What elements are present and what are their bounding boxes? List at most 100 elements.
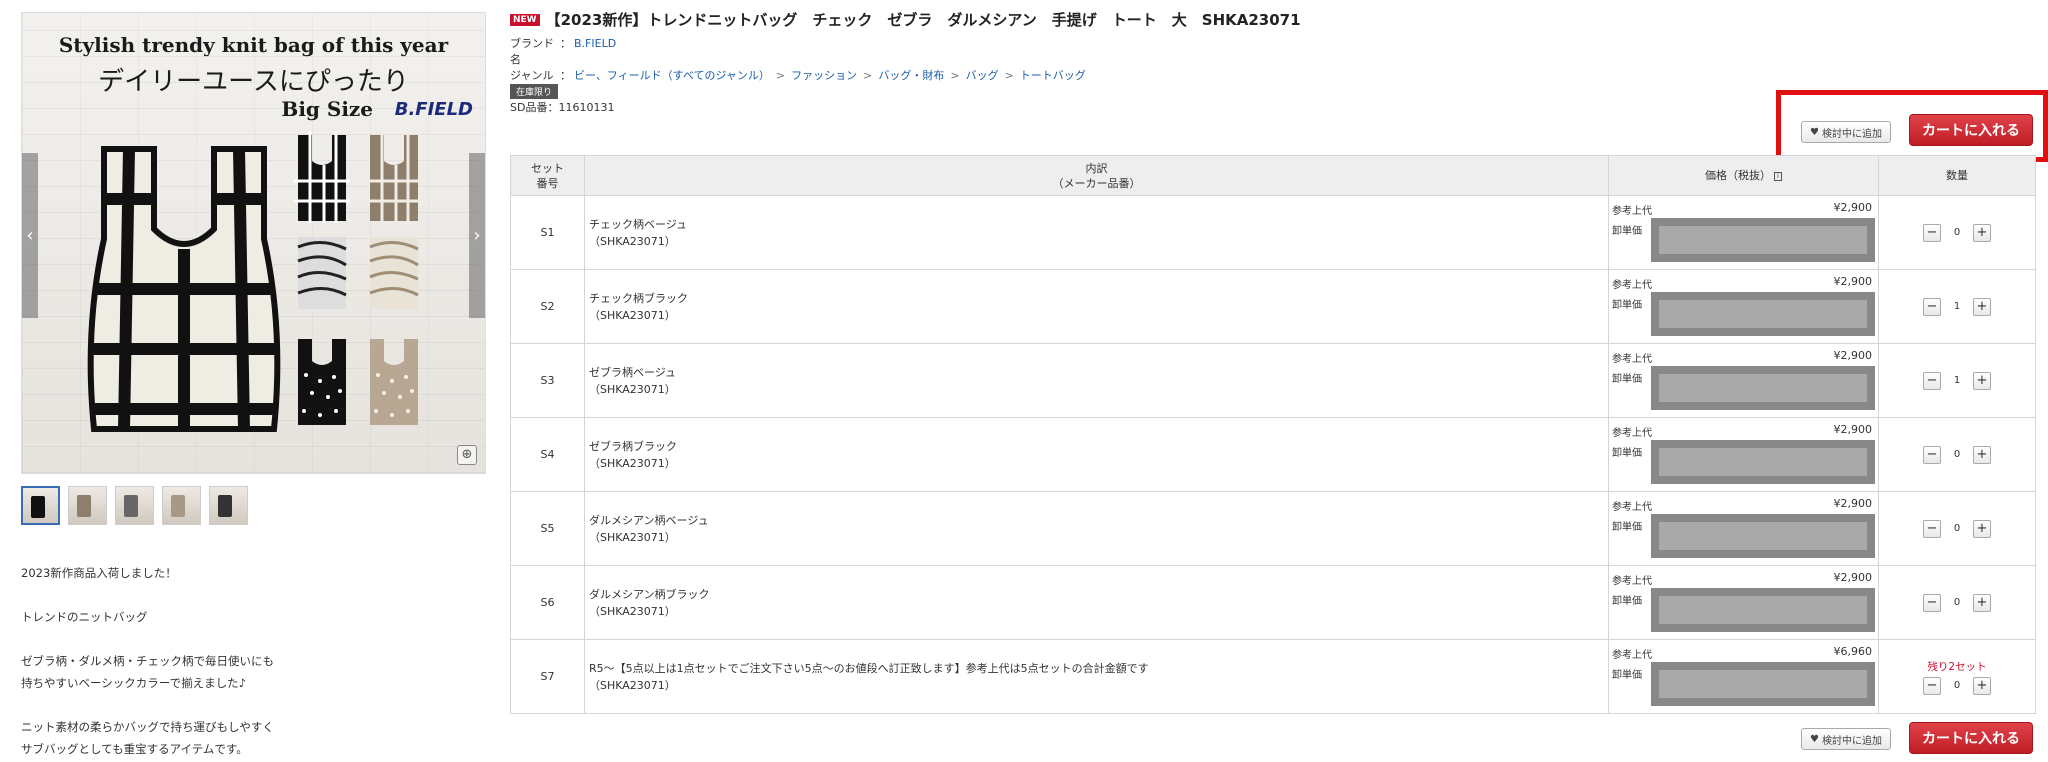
col-breakdown: 内訳 （メーカー品番） — [584, 155, 1609, 196]
maker-code: （SHKA23071） — [589, 234, 676, 248]
increment-button[interactable]: + — [1973, 371, 1991, 390]
increment-button[interactable]: + — [1973, 223, 1991, 242]
wholesale-price-hidden — [1651, 662, 1875, 706]
price-cell: 参考上代 ¥2,900 卸単価 — [1608, 491, 1879, 566]
decrement-button[interactable]: − — [1923, 371, 1941, 390]
quantity-value[interactable]: 0 — [1944, 520, 1970, 538]
maker-code: （SHKA23071） — [589, 678, 676, 692]
table-row: S5 ダルメシアン柄ベージュ （SHKA23071） 参考上代 ¥2,900 卸… — [510, 491, 2036, 566]
quantity-value[interactable]: 1 — [1944, 298, 1970, 316]
mini-bag-zebra-beige — [369, 237, 419, 309]
add-to-cart-label: カートに入れる — [1922, 731, 2020, 747]
increment-button[interactable]: + — [1973, 593, 1991, 612]
quantity-stepper: − 1 + — [1923, 371, 1991, 390]
thumbnail-4[interactable] — [162, 486, 201, 525]
decrement-button[interactable]: − — [1923, 593, 1941, 612]
table-row: S1 チェック柄ベージュ （SHKA23071） 参考上代 ¥2,900 卸単価… — [510, 195, 2036, 270]
product-main-image[interactable]: Stylish trendy knit bag of this year デイリ… — [21, 12, 486, 474]
price-cell: 参考上代 ¥2,900 卸単価 — [1608, 269, 1879, 344]
mini-bag-zebra-black — [297, 237, 347, 309]
wholesale-price-label: 卸単価 — [1612, 374, 1642, 385]
description-line: ニット素材の柔らかバッグで持ち運びもしやすく — [21, 720, 274, 734]
wholesale-price-label: 卸単価 — [1612, 226, 1642, 237]
wholesale-price-hidden — [1651, 588, 1875, 632]
wholesale-price-label: 卸単価 — [1612, 522, 1642, 533]
crumb-tote-bags[interactable]: トートバッグ — [1020, 69, 1086, 82]
col-set-number: セット 番号 — [510, 155, 585, 196]
increment-button[interactable]: + — [1973, 519, 1991, 538]
thumbnail-2[interactable] — [68, 486, 107, 525]
maker-code: （SHKA23071） — [589, 604, 676, 618]
crumb-bags[interactable]: バッグ — [966, 69, 999, 82]
thumbnail-1[interactable] — [21, 486, 60, 525]
wholesale-price-label: 卸単価 — [1612, 596, 1642, 607]
brand-link[interactable]: B.FIELD — [574, 36, 616, 68]
quantity-cell: − 0 + — [1878, 417, 2036, 492]
mini-bag-dalmatian-beige — [370, 339, 418, 425]
decrement-button[interactable]: − — [1923, 676, 1941, 695]
quantity-value[interactable]: 0 — [1944, 677, 1970, 695]
quantity-value[interactable]: 0 — [1944, 594, 1970, 612]
decrement-button[interactable]: − — [1923, 297, 1941, 316]
item-name: ゼブラ柄ベージュ — [589, 365, 677, 379]
wholesale-price-label: 卸単価 — [1612, 448, 1642, 459]
ref-price-label: 参考上代 — [1612, 280, 1652, 291]
quantity-cell: − 1 + — [1878, 269, 2036, 344]
item-name: チェック柄ベージュ — [589, 217, 688, 231]
add-to-cart-button-bottom[interactable]: カートに入れる — [1909, 722, 2033, 754]
gallery-prev-button[interactable]: ‹ — [22, 153, 38, 318]
maker-code: （SHKA23071） — [589, 382, 676, 396]
crumb-bags-wallets[interactable]: バッグ・財布 — [878, 69, 944, 82]
ref-price-value: ¥2,900 — [1833, 349, 1873, 362]
decrement-button[interactable]: − — [1923, 445, 1941, 464]
mini-bag-check-black — [294, 131, 350, 223]
quantity-stepper: − 0 + — [1923, 519, 1991, 538]
increment-button[interactable]: + — [1973, 676, 1991, 695]
quantity-stepper: − 1 + — [1923, 297, 1991, 316]
crumb-fashion[interactable]: ファッション — [791, 69, 857, 82]
table-row: S3 ゼブラ柄ベージュ （SHKA23071） 参考上代 ¥2,900 卸単価 … — [510, 343, 2036, 418]
quantity-value[interactable]: 0 — [1944, 224, 1970, 242]
breakdown-cell: ゼブラ柄ベージュ （SHKA23071） — [584, 343, 1609, 418]
gallery-next-button[interactable]: › — [469, 153, 485, 318]
wholesale-price-hidden — [1651, 514, 1875, 558]
mini-bag-check-beige — [366, 131, 422, 223]
decrement-button[interactable]: − — [1923, 519, 1941, 538]
crumb-all-genres[interactable]: ビー、フィールド（すべてのジャンル） — [574, 69, 770, 82]
wholesale-price-hidden — [1651, 366, 1875, 410]
decrement-button[interactable]: − — [1923, 223, 1941, 242]
col-price: 価格（税抜） i — [1608, 155, 1879, 196]
table-row: S6 ダルメシアン柄ブラック （SHKA23071） 参考上代 ¥2,900 卸… — [510, 565, 2036, 640]
quantity-value[interactable]: 1 — [1944, 372, 1970, 390]
remaining-stock: 残り2セット — [1927, 660, 1987, 673]
add-to-consider-button-bottom[interactable]: ♥ 検討中に追加 — [1801, 728, 1891, 750]
genre-label: ジャンル — [510, 69, 554, 82]
increment-button[interactable]: + — [1973, 445, 1991, 464]
ref-price-value: ¥2,900 — [1833, 201, 1873, 214]
product-meta: ブランド名 ： B.FIELD ジャンル ： ビー、フィールド（すべてのジャンル… — [510, 36, 1086, 82]
ref-price-label: 参考上代 — [1612, 502, 1652, 513]
item-name: チェック柄ブラック — [589, 291, 688, 305]
set-number-cell: S7 — [510, 639, 585, 714]
quantity-value[interactable]: 0 — [1944, 446, 1970, 464]
maker-code: （SHKA23071） — [589, 530, 676, 544]
col-quantity: 数量 — [1878, 155, 2036, 196]
thumbnail-5[interactable] — [209, 486, 248, 525]
brand-logo: B.FIELD — [394, 99, 473, 120]
new-badge: NEW — [510, 13, 540, 26]
wholesale-price-label: 卸単価 — [1612, 670, 1642, 681]
price-cell: 参考上代 ¥2,900 卸単価 — [1608, 195, 1879, 270]
product-title: 【2023新作】トレンドニットバッグ チェック ゼブラ ダルメシアン 手提げ ト… — [545, 11, 1301, 29]
set-number-cell: S4 — [510, 417, 585, 492]
table-row: S2 チェック柄ブラック （SHKA23071） 参考上代 ¥2,900 卸単価… — [510, 269, 2036, 344]
banner-line-2: デイリーユースにぴったり — [98, 67, 409, 97]
thumbnail-3[interactable] — [115, 486, 154, 525]
wholesale-price-label: 卸単価 — [1612, 300, 1642, 311]
genre-breadcrumb: ビー、フィールド（すべてのジャンル） > ファッション > バッグ・財布 > バッグ > トート… — [574, 69, 1086, 82]
increment-button[interactable]: + — [1973, 297, 1991, 316]
info-icon[interactable]: i — [1774, 171, 1782, 181]
ref-price-value: ¥2,900 — [1833, 497, 1873, 510]
stock-limited-badge: 在庫限り — [510, 84, 559, 99]
zoom-in-icon[interactable]: ⊕ — [457, 445, 477, 465]
maker-code: （SHKA23071） — [589, 308, 676, 322]
